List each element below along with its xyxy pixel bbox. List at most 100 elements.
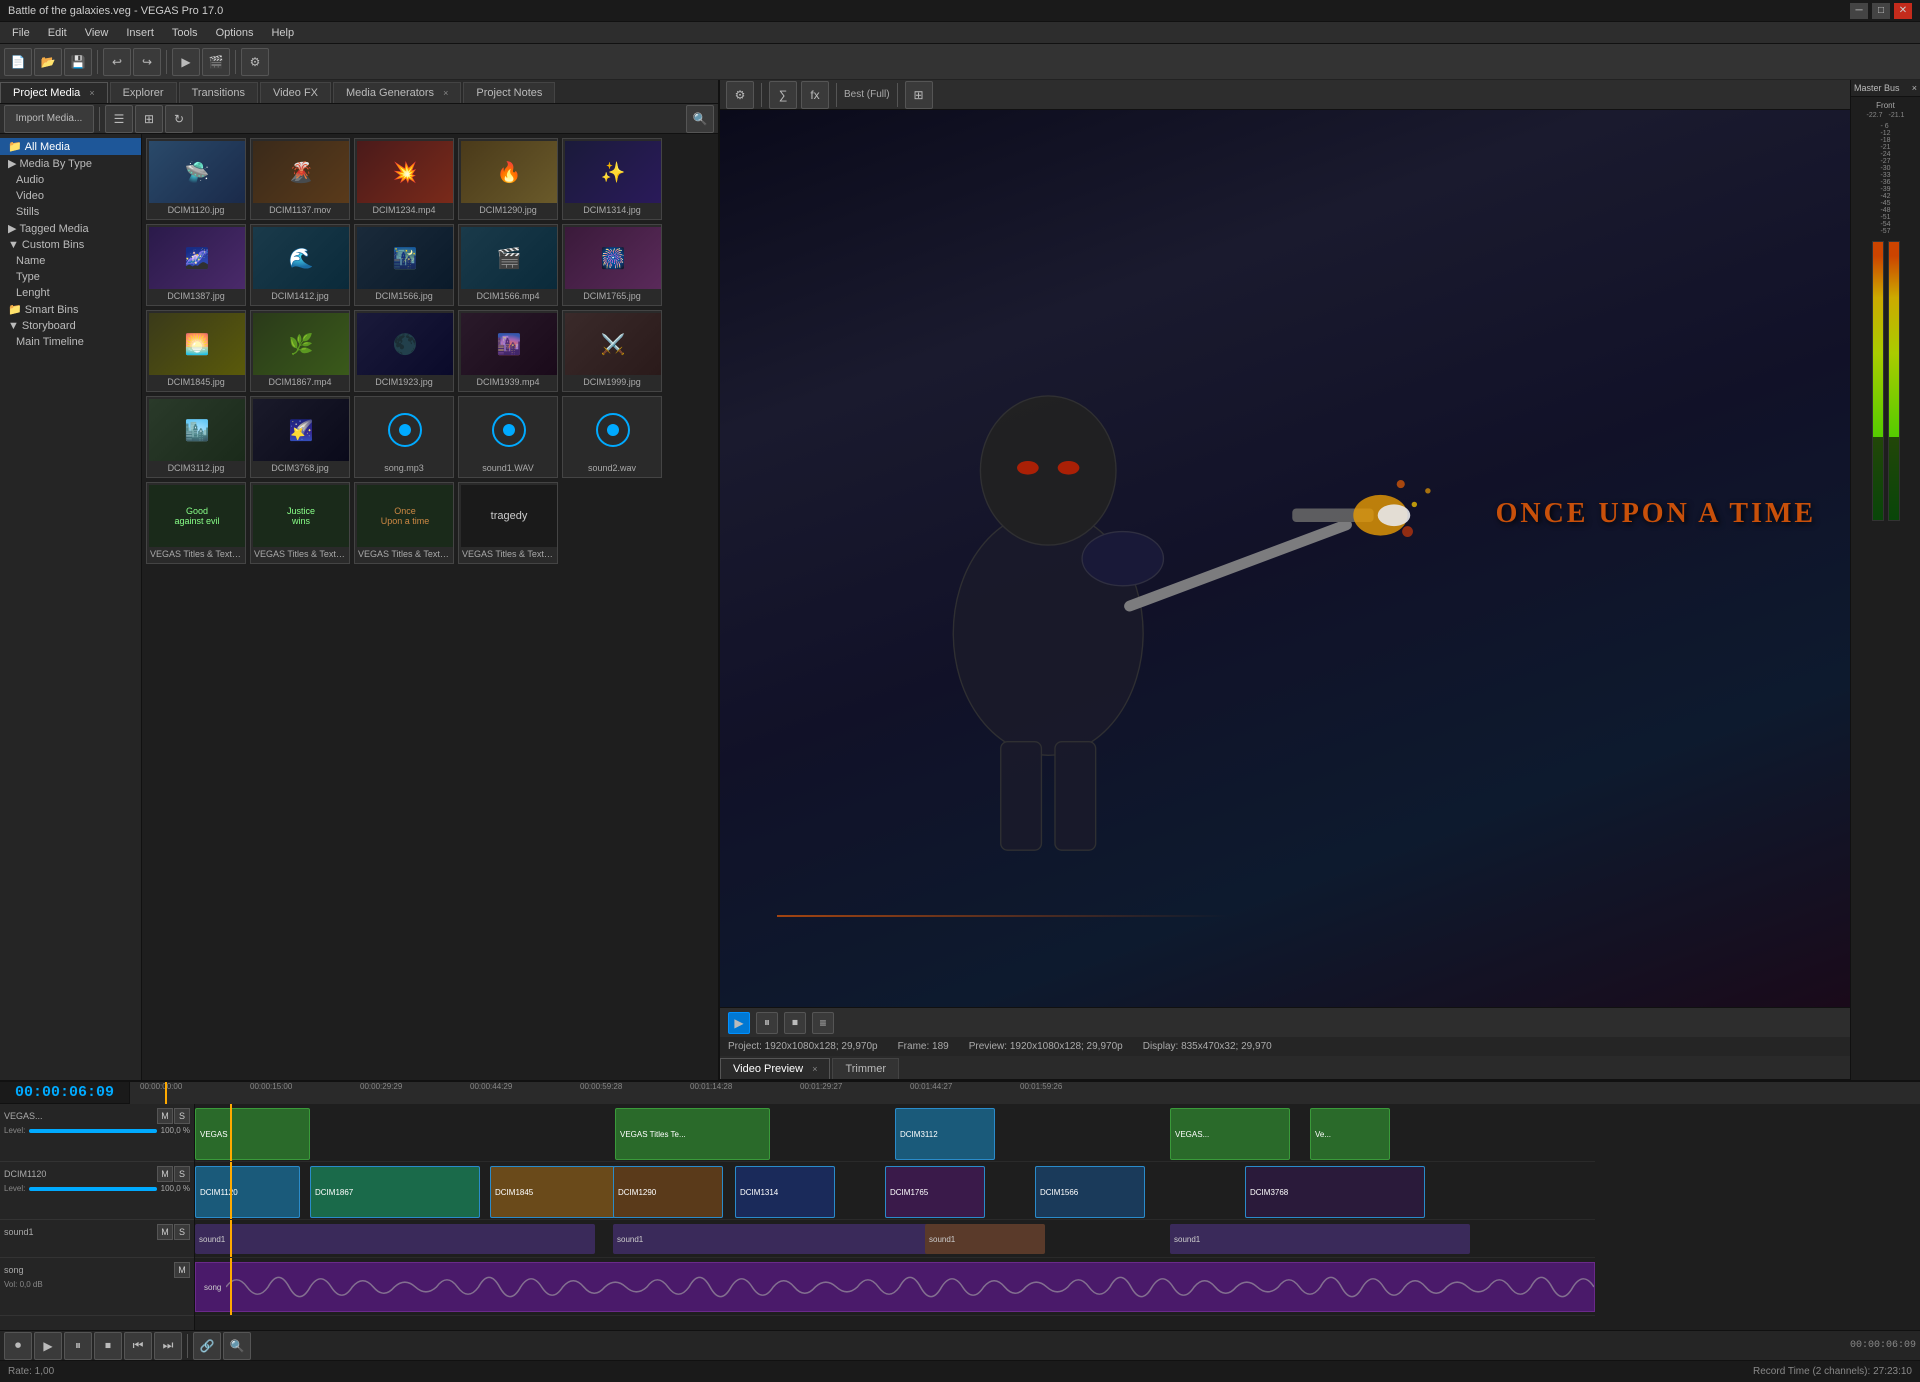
master-bus-close[interactable]: × bbox=[1912, 83, 1917, 93]
timeline-stop-button[interactable]: ⏹ bbox=[94, 1332, 122, 1360]
media-refresh-button[interactable]: ↻ bbox=[165, 105, 193, 133]
menu-insert[interactable]: Insert bbox=[118, 25, 162, 41]
playhead[interactable] bbox=[165, 1082, 167, 1104]
list-item[interactable]: sound1.WAV bbox=[458, 396, 558, 478]
track-3-solo[interactable]: S bbox=[174, 1224, 190, 1240]
list-item[interactable]: 🎆 DCIM1765.jpg bbox=[562, 224, 662, 306]
play-preview-button[interactable]: ▶ bbox=[728, 1012, 750, 1034]
track-2-level-bar[interactable] bbox=[29, 1187, 156, 1191]
clip-vegas-right[interactable]: VEGAS... bbox=[1170, 1108, 1290, 1160]
list-item[interactable]: ✨ DCIM1314.jpg bbox=[562, 138, 662, 220]
preview-settings-button[interactable]: ⚙ bbox=[726, 81, 754, 109]
list-item[interactable]: 💥 DCIM1234.mp4 bbox=[354, 138, 454, 220]
prev-frame-button[interactable]: ⏮ bbox=[124, 1332, 152, 1360]
preview-fx-button[interactable]: fx bbox=[801, 81, 829, 109]
timeline-pause-button[interactable]: ⏸ bbox=[64, 1332, 92, 1360]
settings-button[interactable]: ⚙ bbox=[241, 48, 269, 76]
tab-explorer[interactable]: Explorer bbox=[110, 82, 177, 103]
tree-main-timeline[interactable]: Main Timeline bbox=[0, 334, 141, 350]
tree-smart-bins[interactable]: 📁 Smart Bins bbox=[0, 301, 141, 318]
tree-video[interactable]: Video bbox=[0, 188, 141, 204]
clip-dcim3768-2[interactable]: DCIM3768 bbox=[1245, 1166, 1425, 1218]
clip-ve-right2[interactable]: Ve... bbox=[1310, 1108, 1390, 1160]
preview-grid-button[interactable]: ⊞ bbox=[905, 81, 933, 109]
audio-clip-song[interactable]: song bbox=[195, 1262, 1595, 1312]
save-button[interactable]: 💾 bbox=[64, 48, 92, 76]
list-item[interactable]: Goodagainst evil VEGAS Titles & Text Goo… bbox=[146, 482, 246, 564]
list-item[interactable]: 🌌 DCIM1387.jpg bbox=[146, 224, 246, 306]
clip-dcim1765-2[interactable]: DCIM1765 bbox=[885, 1166, 985, 1218]
tab-project-media-close[interactable]: × bbox=[89, 88, 94, 98]
list-item[interactable]: 🔥 DCIM1290.jpg bbox=[458, 138, 558, 220]
list-item[interactable]: 🏙️ DCIM3112.jpg bbox=[146, 396, 246, 478]
tree-audio[interactable]: Audio bbox=[0, 172, 141, 188]
list-item[interactable]: 🌊 DCIM1412.jpg bbox=[250, 224, 350, 306]
tree-tagged-media[interactable]: ▶ Tagged Media bbox=[0, 220, 141, 237]
timeline-play-button[interactable]: ▶ bbox=[34, 1332, 62, 1360]
track-2-mute[interactable]: M bbox=[157, 1166, 173, 1182]
tree-custom-bins[interactable]: ▼ Custom Bins bbox=[0, 237, 141, 253]
list-item[interactable]: sound2.wav bbox=[562, 396, 662, 478]
list-item[interactable]: 🎬 DCIM1566.mp4 bbox=[458, 224, 558, 306]
audio-clip-sound1-3[interactable]: sound1 bbox=[925, 1224, 1045, 1254]
preview-calc-button[interactable]: ∑ bbox=[769, 81, 797, 109]
list-item[interactable]: 🌆 DCIM1939.mp4 bbox=[458, 310, 558, 392]
import-media-button[interactable]: Import Media... bbox=[4, 105, 94, 133]
clip-dcim1290-2[interactable]: DCIM1290 bbox=[613, 1166, 723, 1218]
open-button[interactable]: 📂 bbox=[34, 48, 62, 76]
new-project-button[interactable]: 📄 bbox=[4, 48, 32, 76]
tree-length-bin[interactable]: Lenght bbox=[0, 285, 141, 301]
menu-options[interactable]: Options bbox=[208, 25, 262, 41]
menu-tools[interactable]: Tools bbox=[164, 25, 206, 41]
list-item[interactable]: 🌑 DCIM1923.jpg bbox=[354, 310, 454, 392]
minimize-button[interactable]: ─ bbox=[1850, 3, 1868, 19]
audio-clip-sound1-2[interactable]: sound1 bbox=[613, 1224, 963, 1254]
zoom-in-button[interactable]: 🔍 bbox=[223, 1332, 251, 1360]
stop-preview-button[interactable]: ⏹ bbox=[784, 1012, 806, 1034]
list-item[interactable]: 🌋 DCIM1137.mov bbox=[250, 138, 350, 220]
loop-preview-button[interactable]: ≡ bbox=[812, 1012, 834, 1034]
tree-stills[interactable]: Stills bbox=[0, 204, 141, 220]
menu-edit[interactable]: Edit bbox=[40, 25, 75, 41]
media-search-button[interactable]: 🔍 bbox=[686, 105, 714, 133]
close-button[interactable]: ✕ bbox=[1894, 3, 1912, 19]
list-item[interactable]: Justicewins VEGAS Titles & Text Justice … bbox=[250, 482, 350, 564]
tree-storyboard[interactable]: ▼ Storyboard bbox=[0, 318, 141, 334]
tree-type-bin[interactable]: Type bbox=[0, 269, 141, 285]
list-item[interactable]: 🌿 DCIM1867.mp4 bbox=[250, 310, 350, 392]
audio-clip-sound1-1[interactable]: sound1 bbox=[195, 1224, 595, 1254]
track-content[interactable]: VEGAS VEGAS Titles Te... DCIM3112 VEGAS.… bbox=[195, 1104, 1920, 1330]
maximize-button[interactable]: □ bbox=[1872, 3, 1890, 19]
render-button[interactable]: 🎬 bbox=[202, 48, 230, 76]
track-1-mute[interactable]: M bbox=[157, 1108, 173, 1124]
clip-dcim3112[interactable]: DCIM3112 bbox=[895, 1108, 995, 1160]
track-1-solo[interactable]: S bbox=[174, 1108, 190, 1124]
list-item[interactable]: 🛸 DCIM1120.jpg bbox=[146, 138, 246, 220]
menu-view[interactable]: View bbox=[77, 25, 117, 41]
tab-transitions[interactable]: Transitions bbox=[179, 82, 258, 103]
menu-file[interactable]: File bbox=[4, 25, 38, 41]
tab-media-generators-close[interactable]: × bbox=[443, 88, 448, 98]
list-item[interactable]: 🌅 DCIM1845.jpg bbox=[146, 310, 246, 392]
redo-button[interactable]: ↪ bbox=[133, 48, 161, 76]
audio-clip-sound1-4[interactable]: sound1 bbox=[1170, 1224, 1470, 1254]
clip-vegas-title[interactable]: VEGAS bbox=[195, 1108, 310, 1160]
tab-project-media[interactable]: Project Media × bbox=[0, 82, 108, 103]
clip-dcim1867[interactable]: DCIM1867 bbox=[310, 1166, 480, 1218]
list-item[interactable]: song.mp3 bbox=[354, 396, 454, 478]
undo-button[interactable]: ↩ bbox=[103, 48, 131, 76]
tree-all-media[interactable]: 📁 All Media bbox=[0, 138, 141, 155]
tab-video-preview-close[interactable]: × bbox=[812, 1064, 817, 1074]
track-1-level-bar[interactable] bbox=[29, 1129, 156, 1133]
track-4-mute[interactable]: M bbox=[174, 1262, 190, 1278]
play-button[interactable]: ▶ bbox=[172, 48, 200, 76]
menu-help[interactable]: Help bbox=[263, 25, 302, 41]
snapping-button[interactable]: 🔗 bbox=[193, 1332, 221, 1360]
tab-video-fx[interactable]: Video FX bbox=[260, 82, 331, 103]
clip-dcim1845[interactable]: DCIM1845 bbox=[490, 1166, 615, 1218]
track-2-solo[interactable]: S bbox=[174, 1166, 190, 1182]
tree-media-by-type[interactable]: ▶ Media By Type bbox=[0, 155, 141, 172]
list-item[interactable]: 🌠 DCIM3768.jpg bbox=[250, 396, 350, 478]
track-3-mute[interactable]: M bbox=[157, 1224, 173, 1240]
view-thumb-button[interactable]: ⊞ bbox=[135, 105, 163, 133]
